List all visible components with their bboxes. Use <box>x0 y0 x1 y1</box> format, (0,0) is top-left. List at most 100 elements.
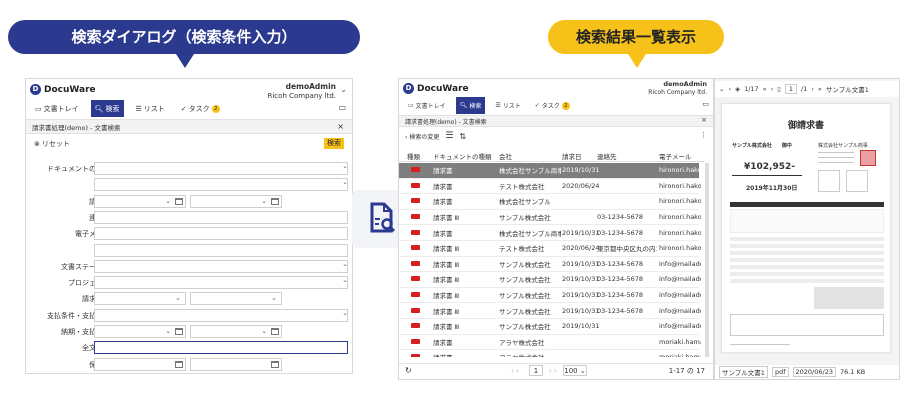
tab-task[interactable]: ✓ タスク 2 <box>531 97 574 114</box>
table-row[interactable]: 請求書 Ⅲ サンプル株式会社 2019/10/31 info@mailaddre… <box>399 319 701 335</box>
calendar-icon[interactable] <box>271 197 279 205</box>
chevron-down-icon[interactable]: ⌄ <box>342 276 348 284</box>
field-input[interactable] <box>94 227 348 241</box>
close-icon[interactable]: × <box>701 116 707 124</box>
table-row[interactable]: 請求書 Ⅲ サンプル株式会社 2019/10/31 03-1234-5678 i… <box>399 272 701 288</box>
table-row[interactable]: 請求書 Ⅲ サンプル株式会社 2019/10/31 03-1234-5678 i… <box>399 303 701 319</box>
chevron-down-icon[interactable]: ⌄ <box>342 260 348 268</box>
field-input-from[interactable]: ⌄ <box>94 194 186 208</box>
tab-list[interactable]: ☰ リスト <box>132 100 169 117</box>
tab-tray[interactable]: ▭ 文書トレイ <box>31 100 83 117</box>
user-info[interactable]: demoAdmin Ricoh Company ltd. <box>648 80 707 97</box>
field-input-from[interactable]: ⌄ <box>94 292 186 306</box>
prev-page-icon[interactable]: ‹ <box>771 85 774 93</box>
column-header-email[interactable]: 電子メール <box>659 151 692 161</box>
next-page-icon[interactable]: › › <box>549 367 557 375</box>
tab-search[interactable]: 🔍︎ 検索 <box>90 100 124 117</box>
sort-icon[interactable]: ⇅ <box>459 132 466 141</box>
next-page-icon[interactable]: › <box>811 85 814 93</box>
table-row[interactable]: 請求書 株式会社サンプル商事 2019/10/31 03-1234-5678 h… <box>399 225 701 241</box>
list-icon[interactable]: ☰ <box>445 131 453 141</box>
calendar-icon[interactable] <box>175 197 183 205</box>
field-input-to[interactable]: ⌄ <box>190 325 282 338</box>
field-input[interactable] <box>94 243 348 257</box>
field-input[interactable] <box>94 259 348 273</box>
close-icon[interactable]: × <box>337 122 344 131</box>
tab-tray[interactable]: ▭ 文書トレイ <box>404 97 450 114</box>
page-number-input[interactable]: 1 <box>529 365 543 376</box>
calendar-icon[interactable] <box>271 328 279 335</box>
chevron-down-icon[interactable]: ⌄ <box>165 197 171 205</box>
field-input-from[interactable]: ⌄ <box>94 325 186 338</box>
calendar-icon[interactable] <box>271 360 279 368</box>
chevron-down-icon[interactable]: ⌄ <box>719 85 724 93</box>
monitor-icon[interactable]: ▭ <box>338 103 346 112</box>
cell-email: info@mailaddress.c <box>659 275 701 284</box>
prev-page-icon[interactable]: ‹ ‹ <box>511 367 519 375</box>
reset-button[interactable]: ⊗ リセット <box>34 139 70 149</box>
chevron-down-icon[interactable]: ⌄ <box>261 327 267 335</box>
cell-doctype: 請求書 <box>433 182 453 191</box>
chevron-down-icon[interactable]: ⌄ <box>175 294 181 302</box>
search-icon: 🔍︎ <box>94 104 104 113</box>
user-info[interactable]: demoAdmin Ricoh Company ltd. <box>268 82 337 101</box>
chevron-down-icon[interactable]: ⌄ <box>342 178 348 186</box>
prev-doc-icon[interactable]: ‹ <box>728 85 731 93</box>
field-input[interactable] <box>94 210 348 224</box>
chevron-down-icon[interactable]: ⌄ <box>342 309 348 317</box>
field-input[interactable] <box>94 178 348 192</box>
table-row[interactable]: 請求書 アラヤ株式会社 moriaki.hamada@g <box>399 335 701 351</box>
table-row[interactable]: 請求書 株式会社サンプル商事 2019/10/31 hironori.hakoz… <box>399 163 701 179</box>
calendar-icon[interactable] <box>175 328 183 335</box>
change-search-button[interactable]: ‹ 検索の変更 <box>405 132 439 141</box>
chevron-down-icon[interactable]: ⌄ <box>342 162 348 170</box>
field-input[interactable] <box>94 276 348 290</box>
field-input-to[interactable]: ⌄ <box>190 194 282 208</box>
preview-doc-name: サンプル文書1 <box>825 86 869 94</box>
table-row[interactable]: 請求書 Ⅲ サンプル株式会社 2019/10/31 03-1234-5678 i… <box>399 257 701 273</box>
layers-icon[interactable]: ◈ <box>735 85 740 93</box>
calendar-icon[interactable] <box>175 360 183 368</box>
tab-list[interactable]: ☰ リスト <box>491 97 524 114</box>
chevron-down-icon[interactable]: ⌄ <box>165 327 171 335</box>
cell-contact: 東京都中央区丸の内1... <box>597 245 657 254</box>
scrollbar[interactable] <box>705 163 709 357</box>
field-input[interactable] <box>94 308 348 322</box>
field-input-to[interactable]: ⌄ <box>190 292 282 306</box>
table-row[interactable]: 請求書 テスト株式会社 2020/06/24 hironori.hakozaki… <box>399 179 701 195</box>
table-row[interactable]: 請求書 Ⅲ サンプル株式会社 03-1234-5678 hironori.hak… <box>399 210 701 226</box>
tab-task[interactable]: ✓ タスク 2 <box>177 100 224 117</box>
tab-search[interactable]: 🔍︎ 検索 <box>455 97 486 114</box>
pdf-icon <box>411 307 420 315</box>
field-input-from[interactable] <box>94 357 186 371</box>
page-size-select[interactable]: 100 ⌄ <box>563 365 587 376</box>
chevron-down-icon[interactable]: ⌄ <box>340 85 347 94</box>
field-input[interactable] <box>94 162 348 175</box>
column-header-company[interactable]: 会社 <box>499 151 512 161</box>
search-button[interactable]: 検索 <box>324 138 344 149</box>
docuware-logo: D DocuWare <box>403 83 469 94</box>
table-row[interactable]: 請求書 株式会社サンプル hironori.hakozaki@ <box>399 194 701 210</box>
column-header-doctype[interactable]: ドキュメントの種類 <box>433 151 492 161</box>
tab-tray-label: 文書トレイ <box>415 103 446 110</box>
field-input[interactable] <box>94 341 348 355</box>
chevron-down-icon[interactable]: ⌄ <box>271 294 277 302</box>
column-header-contact[interactable]: 連絡先 <box>597 151 617 161</box>
last-page-icon[interactable]: » <box>818 85 822 93</box>
table-row[interactable]: 請求書 Ⅲ サンプル株式会社 2019/10/31 03-1234-5678 i… <box>399 288 701 304</box>
company-stamp <box>860 150 876 166</box>
first-page-icon[interactable]: « <box>763 85 767 93</box>
company-name: Ricoh Company ltd. <box>267 92 337 100</box>
refresh-icon[interactable]: ↻ <box>405 366 412 375</box>
table-row[interactable]: 請求書 アラヤ株式会社 moriaki.hamada@g <box>399 350 701 357</box>
more-menu-icon[interactable]: ⋮ <box>700 131 707 139</box>
column-header-invoice-date[interactable]: 請求日 <box>562 151 582 161</box>
page-input[interactable]: 1 <box>784 84 797 94</box>
footer-doc-name: サンプル文書1 <box>719 366 768 378</box>
cell-date: 2020/06/24 <box>562 181 600 190</box>
table-row[interactable]: 請求書 Ⅲ テスト株式会社 2020/06/24 東京都中央区丸の内1... h… <box>399 241 701 257</box>
field-input-to[interactable] <box>190 357 282 371</box>
column-header-type[interactable]: 種類 <box>407 151 420 161</box>
chevron-down-icon[interactable]: ⌄ <box>261 197 267 205</box>
monitor-icon[interactable]: ▭ <box>702 100 709 108</box>
